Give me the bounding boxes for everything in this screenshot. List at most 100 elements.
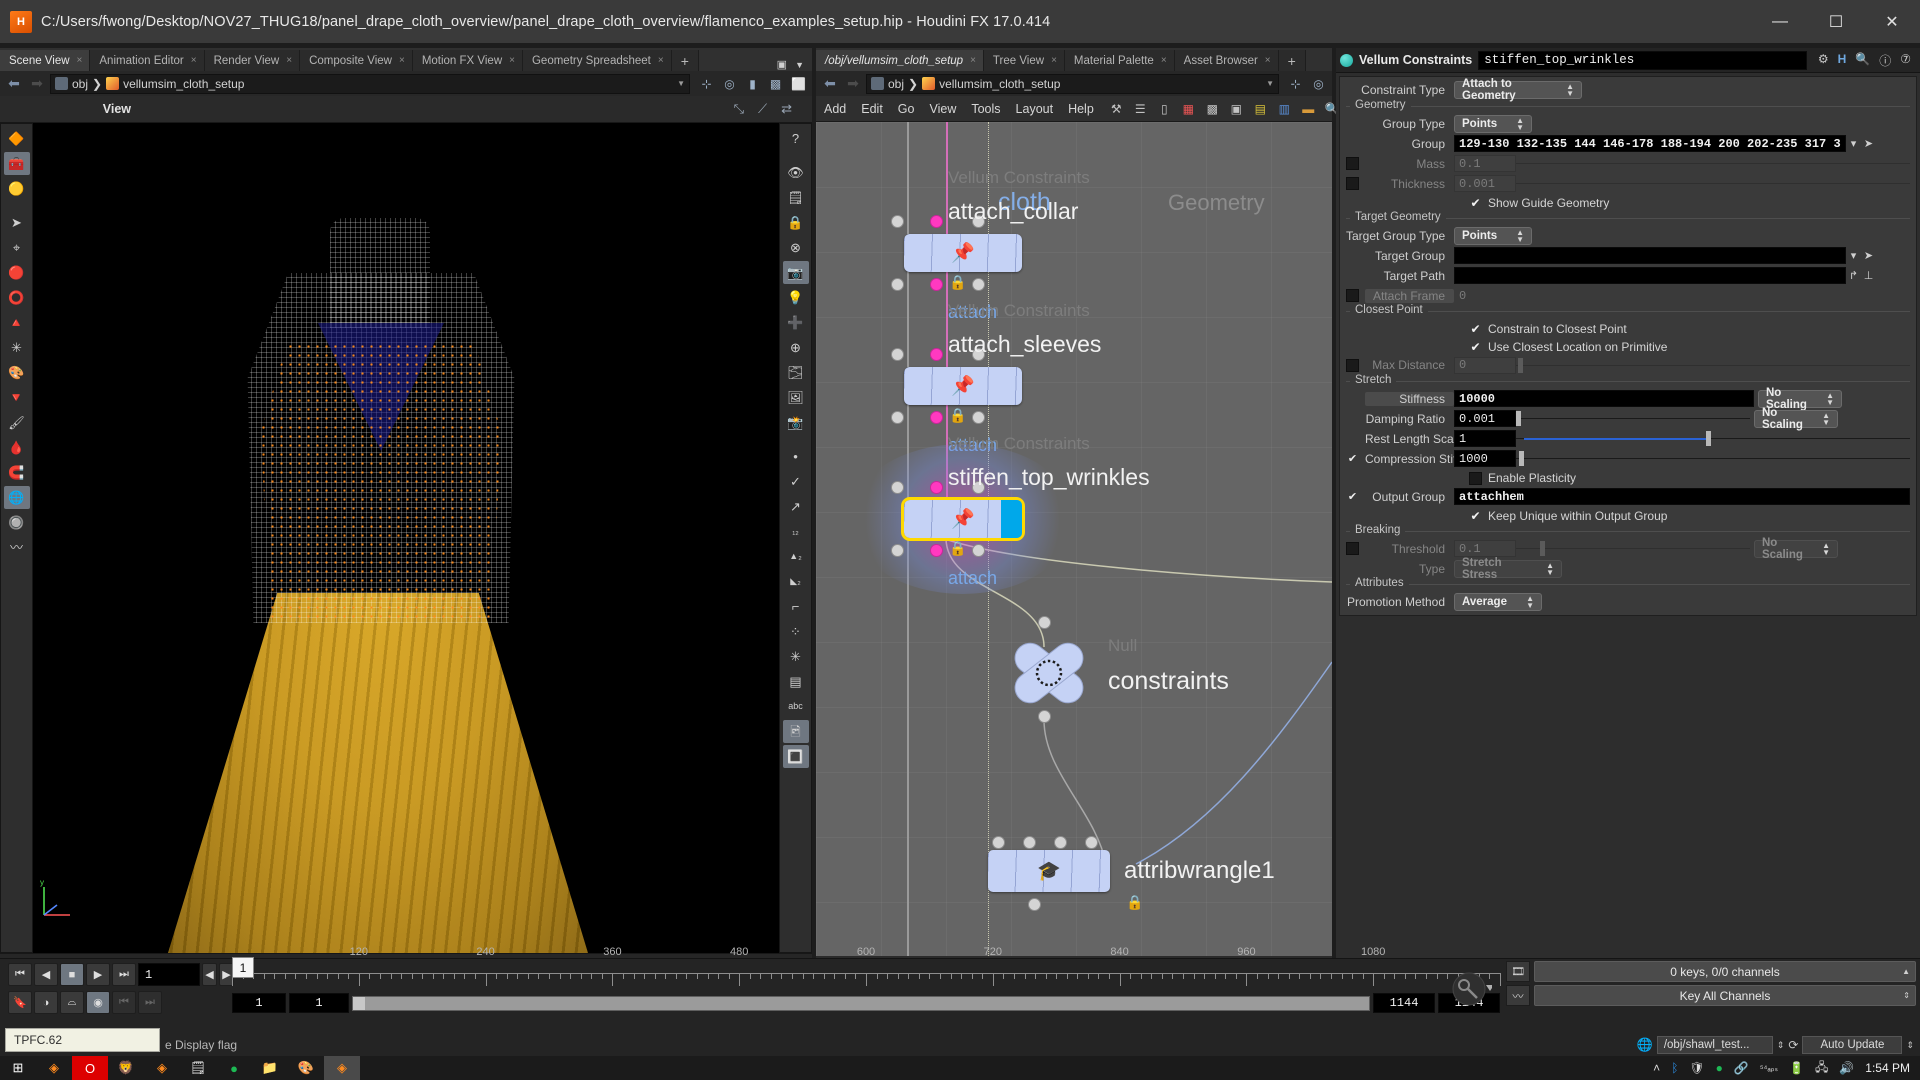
chevron-down-icon[interactable]: ▾: [1846, 249, 1861, 262]
input-port[interactable]: [992, 836, 1005, 849]
output-port[interactable]: [972, 544, 985, 557]
close-icon[interactable]: ×: [77, 55, 83, 66]
back-icon[interactable]: ⬅: [820, 74, 840, 93]
brave-icon[interactable]: 🦁: [108, 1056, 144, 1080]
color-palette-icon[interactable]: ▦: [1181, 101, 1196, 116]
notes-icon[interactable]: 🗒: [180, 1056, 216, 1080]
windows-start-icon[interactable]: ⊞: [0, 1056, 36, 1080]
texture-icon[interactable]: 🖻: [782, 720, 809, 743]
note-icon[interactable]: ▤: [1253, 101, 1268, 116]
node-picker-icon[interactable]: ⊥: [1861, 269, 1876, 282]
damping-ratio-field[interactable]: 0.001: [1454, 410, 1516, 428]
pick-group-icon[interactable]: ➤: [1861, 249, 1876, 262]
chevron-down-icon[interactable]: ▼: [677, 79, 685, 88]
sculpt-tool-icon[interactable]: 🖌: [4, 411, 30, 434]
node-attach-sleeves[interactable]: 📌: [891, 348, 1022, 424]
key-filter-icon[interactable]: 🎞: [1506, 961, 1530, 982]
max-distance-field[interactable]: 0: [1454, 356, 1516, 374]
parameter-node-name-field[interactable]: stiffen_top_wrinkles: [1478, 50, 1807, 70]
play-stop-button[interactable]: ■: [60, 963, 84, 986]
snapshot-icon[interactable]: 📸: [783, 411, 809, 434]
close-icon[interactable]: ×: [509, 55, 515, 66]
menu-edit[interactable]: Edit: [861, 102, 883, 116]
auto-key-icon[interactable]: ◉: [86, 991, 110, 1014]
info-icon[interactable]: ⓘ: [1879, 52, 1891, 69]
camera-icon[interactable]: 📷: [782, 261, 809, 284]
refresh-icon[interactable]: ⟳: [1788, 1038, 1798, 1052]
snap-mode-icon[interactable]: ⤡: [734, 101, 744, 117]
chevron-updown-icon[interactable]: ⇕: [1777, 1040, 1785, 1051]
network-path-field[interactable]: obj ❯ vellumsim_cloth_setup ▼: [866, 73, 1279, 94]
use-closest-location-checkbox[interactable]: ✔: [1469, 340, 1482, 354]
select-geometry-icon[interactable]: 🧰: [3, 152, 30, 175]
max-distance-checkbox[interactable]: [1346, 358, 1359, 372]
go-to-end-button[interactable]: ⏭: [112, 963, 136, 986]
range-start-field[interactable]: 1: [232, 993, 286, 1013]
add-tab-button[interactable]: +: [1278, 50, 1306, 71]
group-type-dropdown[interactable]: Points ▲ ▼: [1454, 114, 1532, 133]
constraint-type-dropdown[interactable]: Attach to Geometry ▲ ▼: [1454, 78, 1582, 102]
ruler-icon[interactable]: ⌐: [783, 595, 809, 618]
damping-ratio-scaling-dropdown[interactable]: No Scaling ▲ ▼: [1754, 407, 1838, 431]
houdini-h-icon[interactable]: H: [1838, 52, 1847, 69]
input-port[interactable]: [1054, 836, 1067, 849]
range-scrollbar[interactable]: [352, 995, 1370, 1011]
update-mode-dropdown[interactable]: Auto Update: [1802, 1036, 1903, 1054]
tab-scene-view[interactable]: Scene View ×: [0, 50, 91, 71]
node-path-display[interactable]: /obj/shawl_test...: [1656, 1036, 1773, 1054]
arrow-select-icon[interactable]: ➤: [4, 211, 30, 234]
render-status-icon[interactable]: 🌐: [1637, 1037, 1653, 1053]
measure-tool-icon[interactable]: 〰: [4, 536, 30, 559]
background-icon[interactable]: 🖼: [783, 386, 809, 409]
network-canvas[interactable]: cloth Geometry 📌 Vellum Constraints atta…: [816, 122, 1332, 956]
tab-tree-view[interactable]: Tree View ×: [983, 50, 1065, 71]
output-port-pink[interactable]: [930, 411, 943, 424]
breadcrumb-node[interactable]: vellumsim_cloth_setup: [123, 77, 244, 91]
tab-geometry-spreadsheet[interactable]: Geometry Spreadsheet ×: [522, 50, 672, 71]
null-node-body[interactable]: [1004, 634, 1094, 712]
breadcrumb-root[interactable]: obj: [888, 77, 904, 91]
chevron-down-icon[interactable]: ▼: [1266, 79, 1274, 88]
volume-icon[interactable]: 🔊: [1839, 1061, 1854, 1075]
select-object-icon[interactable]: 🔶: [4, 127, 30, 150]
battery-icon[interactable]: 🔋: [1789, 1061, 1804, 1075]
soft-select-icon[interactable]: ✳: [4, 336, 30, 359]
chevron-updown-icon[interactable]: ⇕: [1906, 1040, 1914, 1051]
uv-icon[interactable]: ▤: [783, 670, 809, 693]
select-material-icon[interactable]: 🟡: [4, 177, 30, 200]
help-icon[interactable]: ?: [783, 127, 809, 150]
input-port[interactable]: [891, 215, 904, 228]
viewport-path-field[interactable]: obj ❯ vellumsim_cloth_setup ▼: [50, 73, 690, 94]
scope-channels-icon[interactable]: ◑: [34, 991, 58, 1014]
breadcrumb-root[interactable]: obj: [72, 77, 88, 91]
threshold-slider[interactable]: [1516, 540, 1750, 557]
rotate-tool-icon[interactable]: ⭕: [4, 286, 30, 309]
snapshot-icon[interactable]: ▣: [1229, 101, 1244, 116]
vector-icon[interactable]: ↗: [783, 495, 809, 518]
edit-tool-icon[interactable]: 🔻: [4, 386, 30, 409]
render-flag-icon[interactable]: ▩: [766, 74, 785, 93]
chevron-down-icon[interactable]: ▾: [1846, 137, 1861, 150]
point-icon[interactable]: •: [783, 445, 809, 468]
attach-frame-field[interactable]: 0: [1454, 287, 1516, 305]
origin-icon[interactable]: ✳: [783, 645, 809, 668]
point-numbers-icon[interactable]: ₁₂: [783, 520, 809, 543]
output-port-pink[interactable]: [930, 278, 943, 291]
input-port-pink[interactable]: [930, 215, 943, 228]
node-body[interactable]: 📌: [901, 497, 1025, 541]
rest-length-scale-field[interactable]: 1: [1454, 430, 1516, 448]
help-icon[interactable]: ⑦: [1900, 52, 1911, 69]
playhead-marker[interactable]: 1: [232, 957, 254, 978]
orbit-tool-icon[interactable]: 🌐: [3, 486, 30, 509]
rest-length-scale-slider[interactable]: [1516, 430, 1910, 447]
close-icon[interactable]: ×: [1265, 55, 1271, 66]
template-flag-icon[interactable]: ⬜: [789, 74, 808, 93]
stiffness-field[interactable]: 10000: [1454, 390, 1754, 408]
node-body[interactable]: 📌: [904, 234, 1022, 272]
threshold-field[interactable]: 0.1: [1454, 540, 1516, 558]
compression-stiffness-checkbox[interactable]: ✔: [1346, 452, 1359, 465]
close-button[interactable]: ✕: [1864, 0, 1920, 43]
keys-info-field[interactable]: 0 keys, 0/0 channels ▲: [1534, 961, 1916, 982]
maximize-pane-icon[interactable]: ▣: [777, 58, 787, 71]
spotify-icon[interactable]: ●: [216, 1056, 252, 1080]
